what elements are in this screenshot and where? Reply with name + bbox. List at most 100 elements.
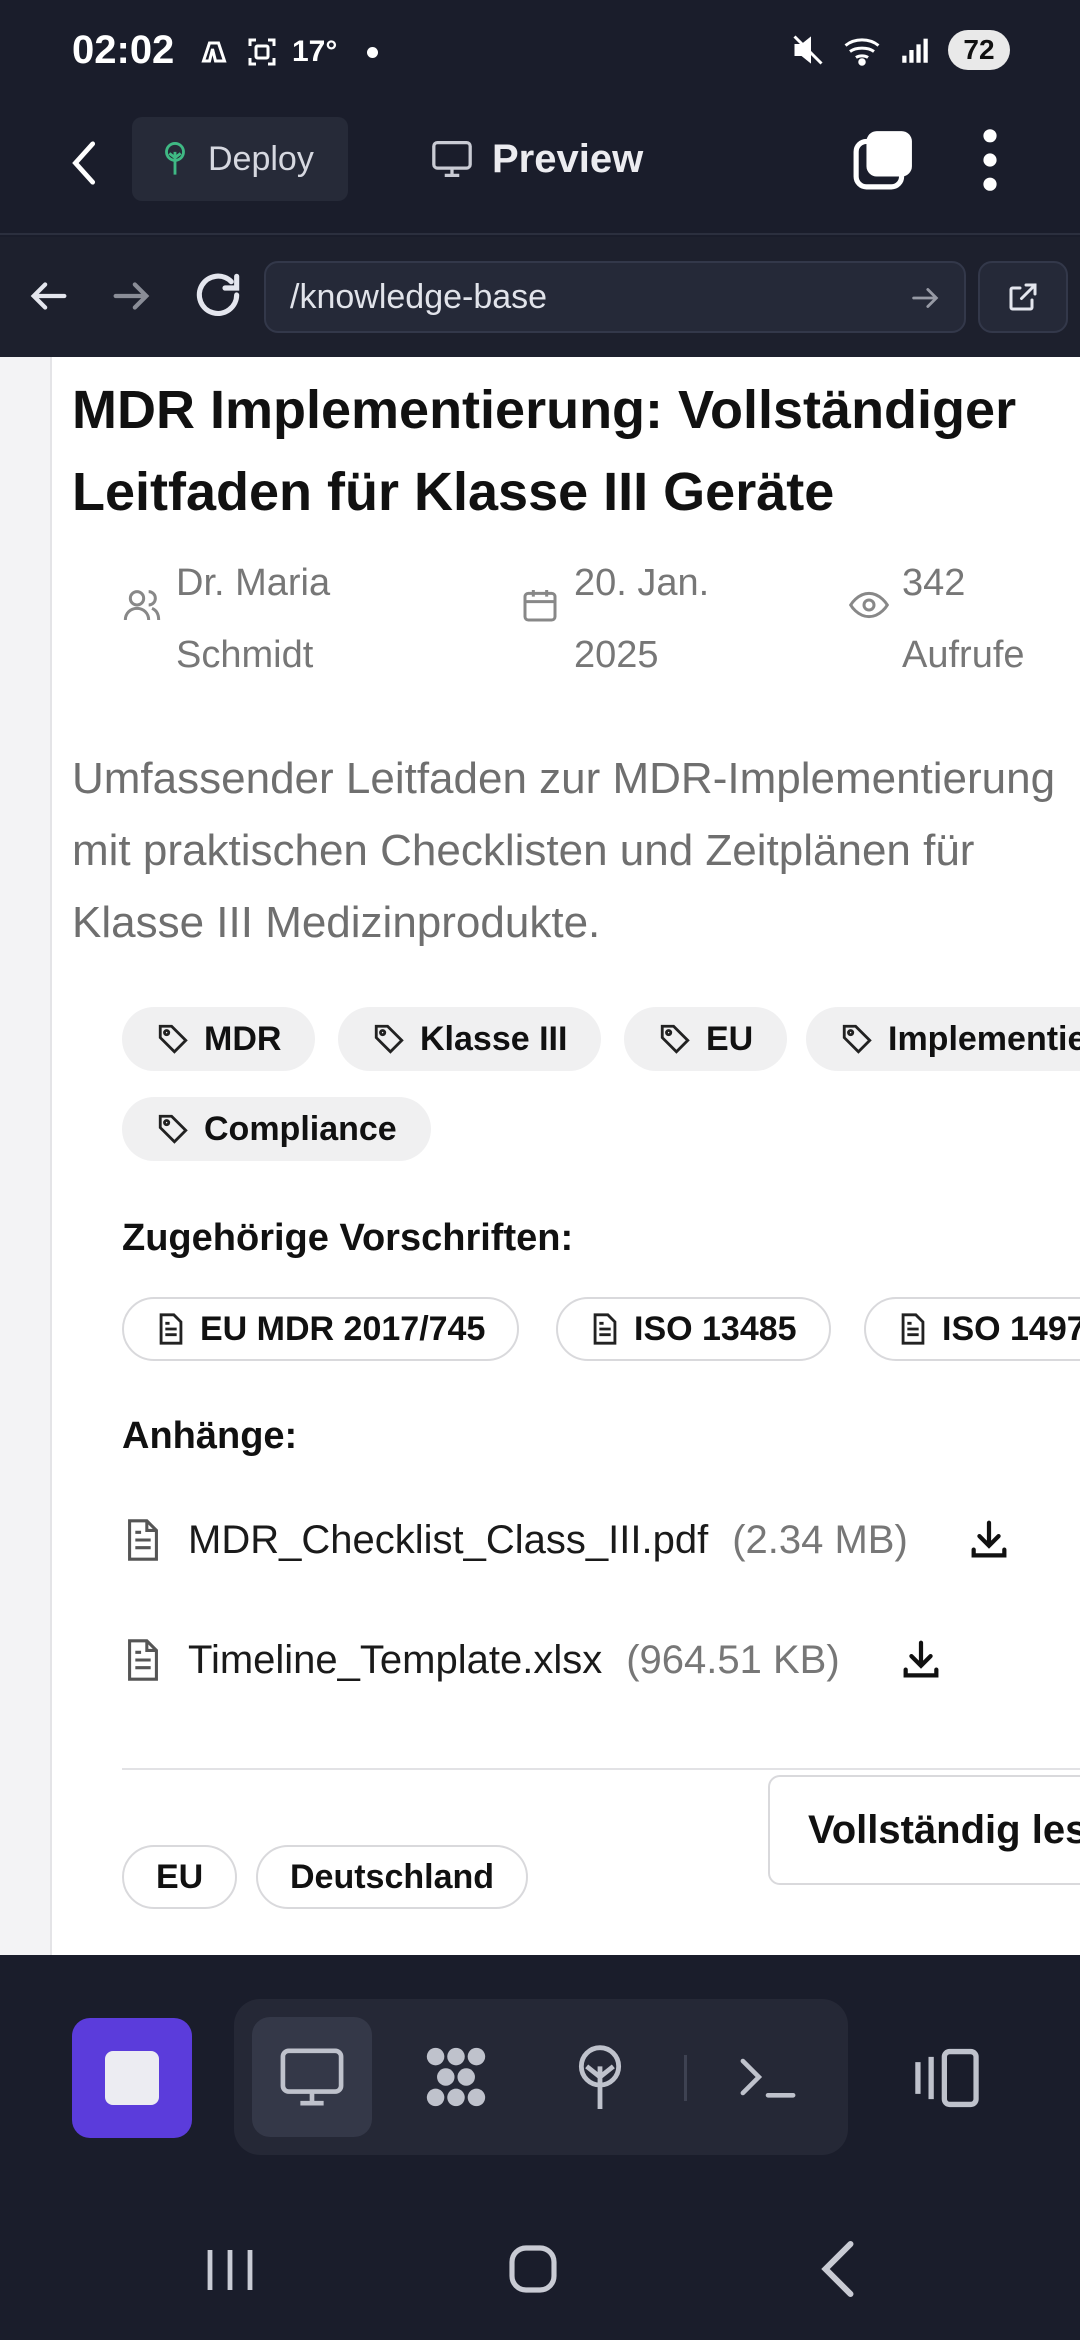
preview-tool-button[interactable] bbox=[252, 2017, 372, 2137]
status-bar: 02:02 17° 72 bbox=[0, 0, 1080, 105]
article-description: Umfassender Leitfaden zur MDR-Implementi… bbox=[72, 743, 1080, 959]
description-line-3: Klasse III Medizinprodukte. bbox=[72, 898, 601, 947]
regulation-label: ISO 13485 bbox=[634, 1309, 797, 1348]
home-button[interactable] bbox=[505, 2241, 561, 2297]
url-text: /knowledge-base bbox=[290, 277, 548, 316]
tag-mdr[interactable]: MDR bbox=[122, 1007, 316, 1071]
external-link-icon bbox=[1009, 283, 1037, 311]
arrow-right-icon bbox=[113, 282, 150, 310]
more-options-button[interactable] bbox=[972, 127, 1008, 193]
browser-forward-button[interactable] bbox=[108, 273, 154, 319]
attachment-size: (2.34 MB) bbox=[732, 1517, 908, 1562]
wifi-icon bbox=[844, 38, 880, 66]
tool-separator bbox=[684, 2055, 687, 2101]
status-icons-right: 72 bbox=[790, 30, 1010, 70]
regulation-iso-14971[interactable]: ISO 14971 bbox=[864, 1297, 1080, 1361]
attachment-size: (964.51 KB) bbox=[626, 1637, 840, 1682]
chevron-left-icon bbox=[821, 2241, 854, 2297]
status-temperature: 17° bbox=[292, 35, 338, 68]
document-icon bbox=[593, 1313, 617, 1345]
monitor-icon bbox=[280, 2048, 344, 2106]
download-icon[interactable] bbox=[898, 1637, 944, 1683]
stop-button[interactable] bbox=[72, 2018, 192, 2138]
deploy-tree-icon bbox=[165, 142, 185, 175]
screenshot-icon bbox=[248, 38, 276, 66]
go-arrow-icon[interactable] bbox=[908, 281, 942, 315]
tabs-button[interactable] bbox=[852, 129, 914, 191]
deploy-button[interactable]: Deploy bbox=[132, 117, 348, 201]
bottom-toolbar bbox=[0, 1955, 1080, 2186]
system-navigation-bar bbox=[0, 2175, 1080, 2340]
arrow-left-icon bbox=[30, 282, 67, 310]
regulation-label: EU MDR 2017/745 bbox=[200, 1309, 486, 1348]
tag-klasse-iii[interactable]: Klasse III bbox=[338, 1007, 602, 1071]
description-line-2: mit praktischen Checklisten und Zeitplän… bbox=[72, 826, 975, 875]
region-chip-deutschland[interactable]: Deutschland bbox=[256, 1845, 529, 1909]
attachments-label: Anhänge: bbox=[122, 1415, 298, 1457]
reload-button[interactable] bbox=[190, 267, 246, 323]
notification-dot bbox=[367, 46, 379, 58]
system-back-button[interactable] bbox=[818, 2239, 858, 2299]
tag-icon bbox=[374, 1024, 404, 1054]
preview-tab[interactable]: Preview bbox=[430, 117, 643, 201]
browser-back-button[interactable] bbox=[26, 273, 72, 319]
meta-views: 342 Aufrufe bbox=[848, 547, 1025, 691]
tag-implementierung[interactable]: Implementierung bbox=[806, 1007, 1080, 1071]
tool-group bbox=[234, 1999, 848, 2155]
description-line-1: Umfassender Leitfaden zur MDR-Implementi… bbox=[72, 754, 1056, 803]
read-full-button[interactable]: Vollständig lesen bbox=[768, 1775, 1080, 1885]
calendar-icon bbox=[523, 590, 557, 622]
meta-date: 20. Jan. 2025 bbox=[520, 547, 709, 691]
back-button[interactable] bbox=[62, 135, 108, 191]
open-external-button[interactable] bbox=[978, 261, 1068, 333]
attachment-row: MDR_Checklist_Class_III.pdf (2.34 MB) bbox=[122, 1517, 1012, 1563]
deploy-label: Deploy bbox=[208, 139, 314, 178]
signal-icon bbox=[902, 38, 928, 63]
region-chip-eu[interactable]: EU bbox=[122, 1845, 238, 1909]
tag-eu[interactable]: EU bbox=[624, 1007, 788, 1071]
deploy-tool-button[interactable] bbox=[540, 2017, 660, 2137]
home-icon bbox=[509, 2245, 557, 2293]
date-line-1: 20. Jan. bbox=[574, 562, 710, 604]
file-icon bbox=[128, 1519, 158, 1561]
eye-icon bbox=[848, 591, 890, 619]
recent-apps-button[interactable] bbox=[200, 2245, 260, 2295]
file-icon bbox=[128, 1639, 158, 1681]
attachment-name[interactable]: Timeline_Template.xlsx bbox=[188, 1638, 602, 1683]
terminal-icon bbox=[740, 2058, 796, 2098]
copilot-icon bbox=[201, 41, 227, 63]
tag-icon bbox=[842, 1024, 872, 1054]
tag-label: Compliance bbox=[204, 1109, 397, 1148]
app-header: Deploy Preview bbox=[0, 105, 1080, 235]
workflow-tool-button[interactable] bbox=[396, 2017, 516, 2137]
attachment-row: Timeline_Template.xlsx (964.51 KB) bbox=[122, 1637, 944, 1683]
url-input[interactable]: /knowledge-base bbox=[264, 261, 966, 333]
date-line-2: 2025 bbox=[574, 634, 659, 676]
chevron-left-icon bbox=[72, 141, 96, 185]
attachment-name[interactable]: MDR_Checklist_Class_III.pdf bbox=[188, 1518, 708, 1563]
regulation-iso-13485[interactable]: ISO 13485 bbox=[556, 1297, 831, 1361]
terminal-tool-button[interactable] bbox=[708, 2017, 828, 2137]
tag-icon bbox=[660, 1024, 690, 1054]
document-icon bbox=[159, 1313, 183, 1345]
tag-compliance[interactable]: Compliance bbox=[122, 1097, 431, 1161]
status-time: 02:02 bbox=[72, 28, 175, 72]
tabs-icon bbox=[853, 131, 912, 190]
regulations-label: Zugehörige Vorschriften: bbox=[122, 1217, 574, 1259]
users-icon bbox=[123, 590, 161, 621]
meta-author: Dr. Maria Schmidt bbox=[122, 547, 330, 691]
device-toggle-button[interactable] bbox=[892, 2018, 1002, 2138]
tag-icon bbox=[158, 1114, 188, 1144]
tag-label: MDR bbox=[204, 1019, 282, 1058]
views-line-1: 342 bbox=[902, 562, 966, 604]
nodes-icon bbox=[426, 2047, 486, 2107]
title-line-1: MDR Implementierung: Vollständiger bbox=[72, 380, 1017, 440]
article-title: MDR Implementierung: Vollständiger Leitf… bbox=[72, 369, 1072, 533]
author-line-2: Schmidt bbox=[176, 634, 314, 676]
mute-icon bbox=[793, 35, 823, 65]
download-icon[interactable] bbox=[966, 1517, 1012, 1563]
recent-apps-icon bbox=[207, 2250, 253, 2290]
document-icon bbox=[901, 1313, 925, 1345]
regulation-eu-mdr[interactable]: EU MDR 2017/745 bbox=[122, 1297, 520, 1361]
divider bbox=[122, 1768, 1080, 1770]
